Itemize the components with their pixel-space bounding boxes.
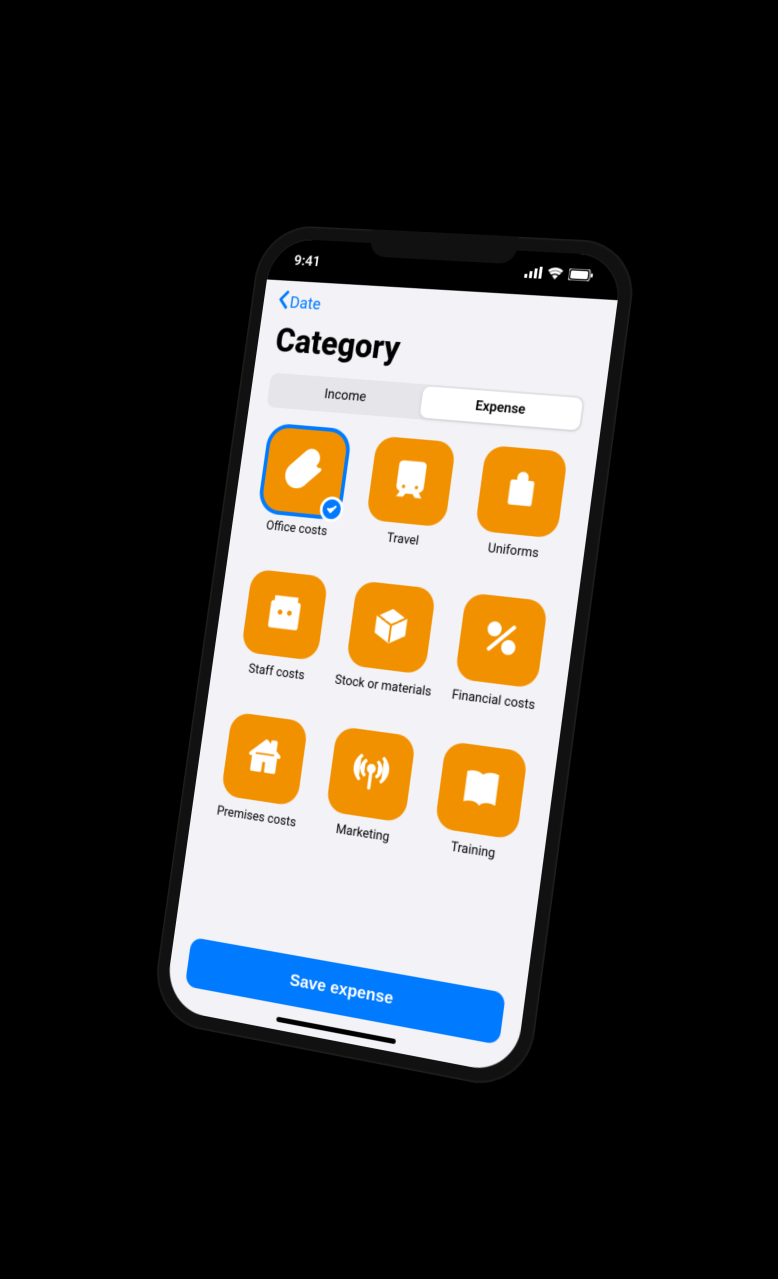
category-marketing[interactable]: Marketing bbox=[311, 724, 426, 864]
category-financial[interactable]: Financial costs bbox=[440, 591, 558, 731]
category-label: Staff costs bbox=[245, 662, 305, 698]
paperclip-icon bbox=[282, 446, 327, 496]
category-staff-costs[interactable]: Staff costs bbox=[227, 567, 338, 701]
category-stock[interactable]: Stock or materials bbox=[331, 579, 445, 716]
house-icon bbox=[243, 733, 286, 783]
category-label: Stock or materials bbox=[332, 673, 433, 715]
category-label: Office costs bbox=[263, 519, 328, 554]
train-icon bbox=[388, 456, 433, 505]
category-travel[interactable]: Travel bbox=[351, 434, 465, 567]
category-training[interactable]: Training bbox=[420, 739, 538, 882]
category-label: Training bbox=[448, 840, 496, 878]
broadcast-icon bbox=[348, 748, 393, 799]
people-icon bbox=[263, 590, 306, 639]
back-button[interactable]: Date bbox=[276, 289, 322, 315]
battery-icon bbox=[567, 266, 594, 285]
cellular-icon bbox=[524, 263, 543, 282]
category-label: Premises costs bbox=[214, 804, 297, 846]
box-icon bbox=[368, 602, 413, 652]
percent-icon bbox=[479, 615, 523, 664]
category-label: Travel bbox=[384, 531, 420, 564]
category-premises[interactable]: Premises costs bbox=[206, 710, 317, 847]
category-label: Financial costs bbox=[449, 688, 536, 729]
phone-frame: 9:41 bbox=[150, 224, 639, 1093]
bag-icon bbox=[499, 467, 543, 515]
category-office-costs[interactable]: Office costs bbox=[247, 425, 358, 556]
category-label: Uniforms bbox=[485, 542, 540, 577]
status-time: 9:41 bbox=[293, 251, 322, 270]
status-indicators bbox=[524, 263, 595, 285]
book-icon bbox=[458, 763, 504, 816]
category-uniforms[interactable]: Uniforms bbox=[460, 444, 578, 580]
selected-check-icon bbox=[318, 495, 345, 523]
back-label: Date bbox=[289, 292, 322, 313]
category-grid: Office costs Travel bbox=[175, 418, 598, 987]
wifi-icon bbox=[546, 265, 564, 284]
category-label: Marketing bbox=[333, 822, 390, 860]
screen: 9:41 bbox=[164, 237, 624, 1075]
